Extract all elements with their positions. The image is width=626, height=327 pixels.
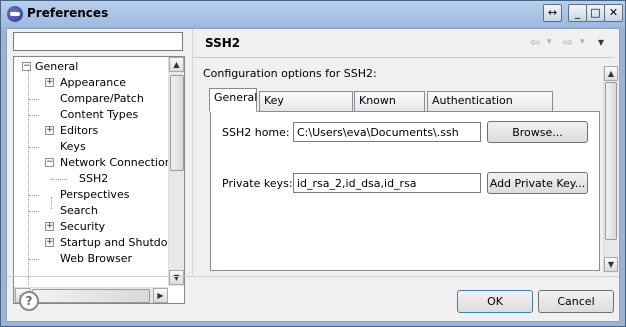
- tree-connector: [51, 197, 52, 209]
- tab-content-general: SSH2 home: Browse... Private keys: Add P…: [210, 111, 600, 271]
- tree-item-label: Perspectives: [60, 188, 130, 201]
- expand-icon[interactable]: +: [45, 238, 54, 247]
- tree-connector: [29, 99, 39, 100]
- tree-hscroll-thumb[interactable]: [32, 289, 150, 303]
- page-title: SSH2: [205, 36, 241, 50]
- private-keys-label: Private keys:: [222, 177, 293, 190]
- ssh2-home-field[interactable]: [293, 122, 481, 142]
- restore-size-button[interactable]: ↔: [543, 4, 562, 22]
- page-vertical-scrollbar[interactable]: ▲ ▼: [603, 66, 618, 273]
- minimize-button[interactable]: _: [568, 4, 587, 22]
- private-keys-field[interactable]: [293, 173, 481, 193]
- tree-item-label: Web Browser: [60, 252, 133, 265]
- maximize-button[interactable]: □: [586, 4, 605, 22]
- page-header: SSH2 ⇦ ▾ ⇨ ▾ ▾: [191, 29, 621, 57]
- tree-item-label: Startup and Shutdown: [60, 236, 184, 249]
- ssh2-home-label: SSH2 home:: [222, 126, 290, 139]
- tree-item-label: General: [35, 60, 79, 73]
- scroll-up-arrow-icon[interactable]: ▲: [604, 66, 618, 81]
- preference-tree: − General + Appearance Compare/Patch Con…: [13, 56, 185, 304]
- page-scroll-thumb[interactable]: [605, 82, 617, 240]
- forward-menu-chevron-icon[interactable]: ▾: [580, 37, 585, 47]
- tree-connector: [51, 179, 67, 180]
- tab-key-management[interactable]: Key Management: [259, 91, 353, 125]
- pane-divider[interactable]: [192, 29, 193, 275]
- tree-item-label: Keys: [60, 140, 86, 153]
- help-icon[interactable]: ?: [19, 291, 39, 311]
- tree-vertical-scrollbar[interactable]: ▲ ▼: [168, 57, 184, 286]
- preferences-window: Preferences ↔ _ □ ✕ − General + Appearan…: [0, 0, 626, 327]
- tab-known-hosts[interactable]: Known Hosts: [354, 91, 425, 125]
- tree-item-label: Compare/Patch: [60, 92, 144, 105]
- tree-item-label: Network Connections: [60, 156, 178, 169]
- view-menu-icon[interactable]: ▾: [598, 35, 604, 49]
- expand-icon[interactable]: +: [45, 78, 54, 87]
- tree-item-label: Editors: [60, 124, 99, 137]
- collapse-icon[interactable]: −: [22, 62, 31, 71]
- scroll-down-arrow-icon[interactable]: ▼: [604, 257, 618, 272]
- tree-item-label: Search: [60, 204, 98, 217]
- config-options-label: Configuration options for SSH2:: [203, 67, 377, 80]
- back-menu-chevron-icon[interactable]: ▾: [547, 37, 552, 47]
- tree-connector: [29, 195, 39, 196]
- ok-button[interactable]: OK: [457, 290, 533, 313]
- tree-connector: [29, 211, 39, 212]
- forward-arrow-icon[interactable]: ⇨: [563, 35, 573, 49]
- tree-scroll-thumb[interactable]: [170, 75, 184, 171]
- collapse-icon[interactable]: −: [45, 158, 54, 167]
- eclipse-icon: [7, 6, 23, 22]
- tree-connector: [29, 147, 39, 148]
- cancel-button[interactable]: Cancel: [538, 290, 614, 313]
- tree-item-label: SSH2: [79, 172, 109, 185]
- scroll-down-arrow-icon[interactable]: ▼: [169, 270, 184, 285]
- add-private-key-button[interactable]: Add Private Key...: [487, 172, 588, 194]
- window-title: Preferences: [27, 6, 109, 20]
- footer-separator: [7, 276, 619, 277]
- browse-button[interactable]: Browse...: [487, 121, 588, 143]
- tab-authentication-methods[interactable]: Authentication Methods: [427, 91, 553, 125]
- filter-input[interactable]: [13, 32, 183, 51]
- tree-connector: [29, 115, 39, 116]
- expand-icon[interactable]: +: [45, 126, 54, 135]
- tree-item-label: Content Types: [60, 108, 139, 121]
- close-button[interactable]: ✕: [604, 4, 623, 22]
- header-separator: [193, 57, 613, 58]
- tree-connector: [28, 70, 29, 302]
- scroll-right-arrow-icon[interactable]: ▶: [153, 288, 168, 303]
- tree-connector: [29, 259, 39, 260]
- title-bar[interactable]: Preferences ↔ _ □ ✕: [1, 1, 625, 27]
- back-arrow-icon[interactable]: ⇦: [530, 35, 540, 49]
- tree-item-label: Appearance: [60, 76, 127, 89]
- tab-general[interactable]: General: [209, 88, 257, 112]
- expand-icon[interactable]: +: [45, 222, 54, 231]
- scroll-up-arrow-icon[interactable]: ▲: [169, 57, 184, 72]
- tree-item-label: Security: [60, 220, 106, 233]
- dialog-client-area: − General + Appearance Compare/Patch Con…: [6, 28, 620, 322]
